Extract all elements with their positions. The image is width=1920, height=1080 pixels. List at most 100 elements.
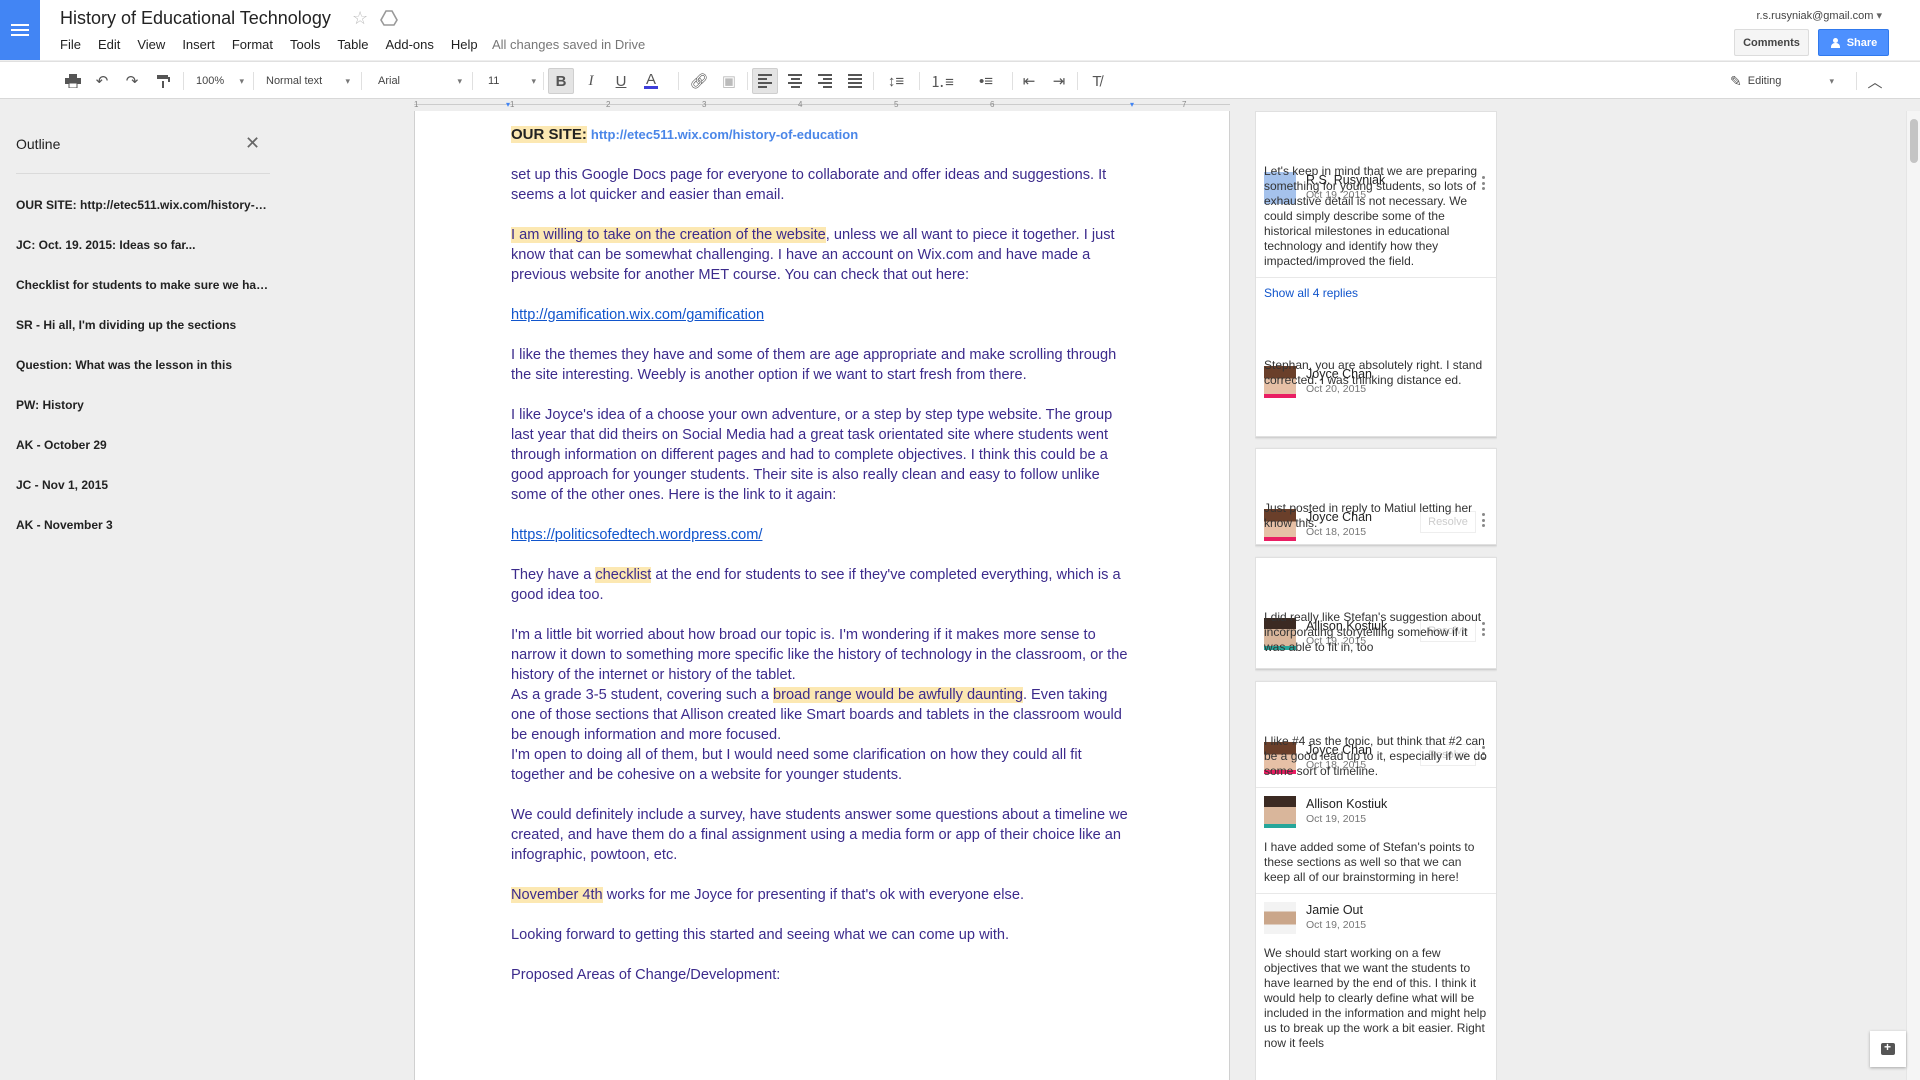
italic-button[interactable]: I xyxy=(578,68,604,94)
gamification-link[interactable]: http://gamification.wix.com/gamification xyxy=(511,307,764,323)
toolbar-divider xyxy=(543,72,544,90)
pencil-icon: ✎ xyxy=(1730,72,1742,89)
add-comment-icon[interactable] xyxy=(1870,1031,1906,1067)
comment-date: Oct 19, 2015 xyxy=(1306,919,1367,931)
outline-item[interactable]: Checklist for students to make sure we h… xyxy=(16,278,271,318)
toolbar-divider xyxy=(361,72,362,90)
paragraph-style-select[interactable]: Normal text xyxy=(262,68,352,94)
menu-tools[interactable]: Tools xyxy=(290,37,320,52)
comment-reply: Allison Kostiuk Oct 19, 2015 I have adde… xyxy=(1256,787,1496,893)
menu-format[interactable]: Format xyxy=(232,37,273,52)
comment-thread[interactable]: Allison Kostiuk Oct 19, 2015 Resolve I d… xyxy=(1255,557,1497,669)
print-icon[interactable] xyxy=(60,68,86,94)
paragraph: Proposed Areas of Change/Development: xyxy=(511,967,781,983)
docs-home-icon[interactable] xyxy=(0,0,40,60)
account-menu[interactable]: r.s.rusyniak@gmail.com xyxy=(1757,9,1883,22)
undo-icon[interactable]: ↶ xyxy=(89,68,115,94)
bold-button[interactable]: B xyxy=(548,68,574,94)
paragraph: I am willing to take on the creation of … xyxy=(511,225,1135,285)
redo-icon[interactable]: ↷ xyxy=(119,68,145,94)
site-url-link[interactable]: http://etec511.wix.com/history-of-educat… xyxy=(591,127,858,142)
insert-link-icon[interactable]: 🔗︎ xyxy=(686,68,712,94)
commented-text[interactable]: broad range would be awfully daunting xyxy=(773,687,1023,703)
bulleted-list-icon[interactable]: •≡ xyxy=(970,68,1002,94)
editing-mode-select[interactable]: ✎ Editing ▾ xyxy=(1730,68,1840,94)
increase-indent-icon[interactable]: ⇥ xyxy=(1046,68,1072,94)
comment-text: I like #4 as the topic, but think that #… xyxy=(1264,734,1487,778)
font-size-select[interactable]: 11 xyxy=(484,68,538,94)
line-spacing-icon[interactable]: ↕≡ xyxy=(880,68,912,94)
zoom-select[interactable]: 100% xyxy=(192,68,246,94)
scrollbar-thumb[interactable] xyxy=(1910,119,1918,163)
menu-help[interactable]: Help xyxy=(451,37,478,52)
ruler-number: 3 xyxy=(702,100,707,109)
font-select[interactable]: Arial xyxy=(374,68,464,94)
outline-item[interactable]: Question: What was the lesson in this xyxy=(16,358,271,398)
toolbar-divider xyxy=(253,72,254,90)
paint-format-icon[interactable] xyxy=(150,68,176,94)
outline-item[interactable]: OUR SITE: http://etec511.wix.com/history… xyxy=(16,198,271,238)
decrease-indent-icon[interactable]: ⇤ xyxy=(1016,68,1042,94)
document-page[interactable]: OUR SITE: http://etec511.wix.com/history… xyxy=(414,111,1230,1080)
underline-button[interactable]: U xyxy=(608,68,634,94)
chevron-down-icon: ▾ xyxy=(1829,75,1834,86)
outline-item[interactable]: AK - October 29 xyxy=(16,438,271,478)
close-icon[interactable]: ✕ xyxy=(245,133,260,154)
outline-list: OUR SITE: http://etec511.wix.com/history… xyxy=(16,198,271,558)
comment-thread[interactable]: Joyce Chan Oct 18, 2015 Resolve Just pos… xyxy=(1255,448,1497,545)
document-body[interactable]: OUR SITE: http://etec511.wix.com/history… xyxy=(511,125,1135,985)
comment: Allison Kostiuk Oct 19, 2015 Resolve I d… xyxy=(1256,610,1496,663)
comment-thread[interactable]: Joyce Chan Oct 18, 2015 Resolve I like #… xyxy=(1255,681,1497,1080)
save-status[interactable]: All changes saved in Drive xyxy=(492,37,645,52)
ruler-number: 4 xyxy=(798,100,803,109)
align-right-icon[interactable] xyxy=(812,68,838,94)
outline-item[interactable]: JC: Oct. 19. 2015: Ideas so far... xyxy=(16,238,271,278)
show-replies-link[interactable]: Show all 4 replies xyxy=(1256,277,1496,306)
menu-addons[interactable]: Add-ons xyxy=(385,37,433,52)
comment-date: Oct 19, 2015 xyxy=(1306,813,1367,825)
scrollbar[interactable] xyxy=(1906,111,1920,1080)
header: History of Educational Technology ☆ File… xyxy=(0,0,1920,60)
outline-item[interactable]: AK - November 3 xyxy=(16,518,271,558)
clear-formatting-icon[interactable]: T̸ xyxy=(1084,68,1110,94)
right-indent-marker[interactable]: ▾ xyxy=(1130,100,1134,109)
align-center-icon[interactable] xyxy=(782,68,808,94)
comment-text: I have added some of Stefan's points to … xyxy=(1264,840,1475,884)
menu-edit[interactable]: Edit xyxy=(98,37,120,52)
commented-text[interactable]: I am willing to take on the creation of … xyxy=(511,227,826,243)
paragraph: As a grade 3-5 student, covering such a … xyxy=(511,685,1135,745)
justify-icon[interactable] xyxy=(842,68,868,94)
left-indent-marker[interactable]: ▾ xyxy=(506,100,510,109)
paragraph: http://gamification.wix.com/gamification xyxy=(511,305,1135,325)
comment-thread[interactable]: R.S. Rusyniak Oct 19, 2015 Let's keep in… xyxy=(1255,111,1497,437)
ruler-number: 6 xyxy=(990,100,995,109)
politicsofedtech-link[interactable]: https://politicsofedtech.wordpress.com/ xyxy=(511,527,762,543)
menu-table[interactable]: Table xyxy=(337,37,368,52)
toolbar-divider xyxy=(472,72,473,90)
commented-text[interactable]: November 4th xyxy=(511,887,603,903)
collapse-menus-icon[interactable]: ︿ xyxy=(1862,68,1888,94)
outline-item[interactable]: PW: History xyxy=(16,398,271,438)
toolbar-divider xyxy=(873,72,874,90)
outline-item[interactable]: SR - Hi all, I'm dividing up the section… xyxy=(16,318,271,358)
align-left-icon[interactable] xyxy=(752,68,778,94)
share-button[interactable]: Share xyxy=(1818,29,1889,56)
star-icon[interactable]: ☆ xyxy=(352,8,368,29)
ruler[interactable]: 1 1 2 3 4 5 6 7 ▾ ▾ xyxy=(414,100,1230,110)
text-color-swatch xyxy=(644,85,658,89)
menu-view[interactable]: View xyxy=(137,37,165,52)
ruler-number: 1 xyxy=(510,100,515,109)
comment-text: Just posted in reply to Matiul letting h… xyxy=(1264,501,1473,530)
move-to-folder-icon[interactable] xyxy=(380,10,398,26)
toolbar-divider xyxy=(1856,72,1857,90)
menu-file[interactable]: File xyxy=(60,37,81,52)
numbered-list-icon[interactable]: ⒈≡ xyxy=(926,68,958,94)
paragraph-text: works for me Joyce for presenting if tha… xyxy=(602,887,1024,903)
menu-insert[interactable]: Insert xyxy=(182,37,215,52)
outline-item[interactable]: JC - Nov 1, 2015 xyxy=(16,478,271,518)
comments-button[interactable]: Comments xyxy=(1734,29,1809,56)
document-title[interactable]: History of Educational Technology xyxy=(60,8,331,29)
text-color-button[interactable]: A xyxy=(638,68,664,94)
commented-text[interactable]: checklist xyxy=(595,567,652,583)
insert-comment-icon[interactable]: ▣ xyxy=(716,68,742,94)
